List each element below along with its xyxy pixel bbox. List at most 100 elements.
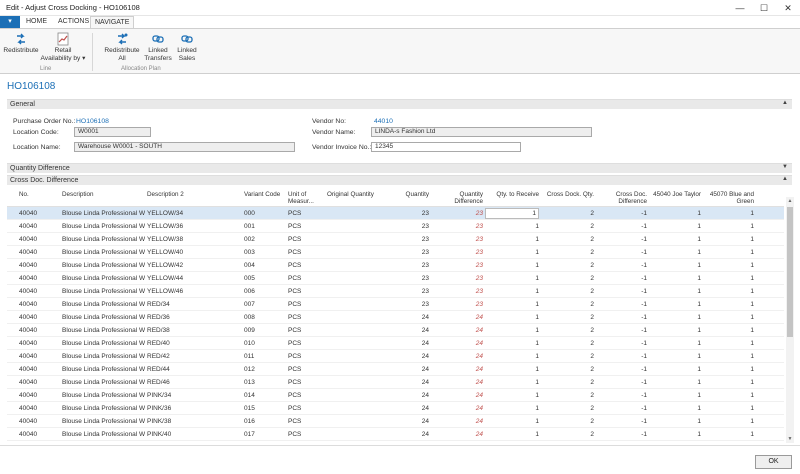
linked-transfers-button[interactable]: Linked Transfers bbox=[140, 32, 176, 62]
cell-qty-to-receive[interactable]: 1 bbox=[485, 314, 539, 321]
column-header-description[interactable]: Description bbox=[62, 191, 94, 198]
chevron-down-icon[interactable]: ▼ bbox=[782, 164, 788, 170]
table-row[interactable]: 40040 Blouse Linda Professional W... RED/3… bbox=[7, 311, 784, 324]
column-header-description2[interactable]: Description 2 bbox=[147, 191, 184, 198]
cell-quantity-difference: 24 bbox=[475, 353, 483, 360]
table-row[interactable]: 40040 Blouse Linda Professional W... YELLO… bbox=[7, 207, 784, 220]
table-row[interactable]: 40040 Blouse Linda Professional W... RED/4… bbox=[7, 363, 784, 376]
scroll-up-icon[interactable]: ▲ bbox=[786, 197, 794, 205]
cell-qty-to-receive[interactable]: 1 bbox=[485, 327, 539, 334]
table-row[interactable]: 40040Blouse Linda Professional W...PINK/… bbox=[7, 428, 784, 441]
cell-description2: YELLOW/40 bbox=[147, 249, 184, 256]
redistribute-button[interactable]: Redistribute bbox=[3, 32, 39, 55]
cell-qty-to-receive[interactable]: 1 bbox=[485, 301, 539, 308]
location-code-field[interactable]: W0001 bbox=[74, 127, 151, 137]
table-row[interactable]: 40040 Blouse Linda Professional W... YELLO… bbox=[7, 246, 784, 259]
table-row[interactable]: 40040Blouse Linda Professional W...PINK/… bbox=[7, 415, 784, 428]
table-row[interactable]: 40040Blouse Linda Professional W...PINK/… bbox=[7, 441, 784, 443]
chevron-up-icon[interactable]: ▲ bbox=[782, 100, 788, 106]
close-icon[interactable]: ✕ bbox=[776, 0, 800, 16]
cell-description: Blouse Linda Professional W... bbox=[62, 418, 145, 425]
table-row[interactable]: 40040 Blouse Linda Professional W... RED/3… bbox=[7, 324, 784, 337]
table-row[interactable]: 40040 Blouse Linda Professional W... YELLO… bbox=[7, 233, 784, 246]
vendor-name-field[interactable]: LINDA-s Fashion Ltd bbox=[371, 127, 592, 137]
cell-quantity-difference: 23 bbox=[475, 288, 483, 295]
cell-no: 40040 bbox=[19, 431, 38, 438]
maximize-icon[interactable]: ☐ bbox=[752, 0, 776, 16]
cell-quantity-difference: 24 bbox=[475, 418, 483, 425]
vendor-no-value[interactable]: 44010 bbox=[374, 118, 393, 125]
column-header-original-quantity[interactable]: Original Quantity bbox=[327, 191, 374, 198]
column-header-qty-to-receive[interactable]: Qty. to Receive bbox=[485, 191, 539, 198]
cell-description2: YELLOW/34 bbox=[147, 210, 184, 217]
column-header-unit-of-measure[interactable]: Unit of Measur... bbox=[288, 191, 322, 205]
fasttab-cross-doc-difference[interactable]: Cross Doc. Difference ▲ bbox=[7, 175, 792, 185]
column-header-quantity[interactable]: Quantity bbox=[392, 191, 429, 198]
grid-scrollbar[interactable]: ▲ ▼ bbox=[786, 197, 794, 443]
retail-availability-button[interactable]: Retail Availability by ▾ bbox=[40, 32, 86, 62]
fasttab-general-label: General bbox=[10, 101, 35, 108]
vendor-invoice-field[interactable]: 12345 bbox=[371, 142, 521, 152]
cell-45070-blue-green: 1 bbox=[750, 327, 754, 334]
column-header-cross-dock-qty[interactable]: Cross Dock. Qty. bbox=[542, 191, 594, 198]
table-row[interactable]: 40040 Blouse Linda Professional W... RED/3… bbox=[7, 298, 784, 311]
column-header-no[interactable]: No. bbox=[19, 191, 29, 198]
cell-qty-to-receive[interactable]: 1 bbox=[485, 249, 539, 256]
ok-button[interactable]: OK bbox=[755, 455, 792, 469]
cell-45070-blue-green: 1 bbox=[750, 392, 754, 399]
scroll-down-icon[interactable]: ▼ bbox=[786, 435, 794, 443]
cell-qty-to-receive[interactable]: 1 bbox=[485, 392, 539, 399]
table-row[interactable]: 40040 Blouse Linda Professional W... RED/4… bbox=[7, 376, 784, 389]
cell-qty-to-receive[interactable]: 1 bbox=[485, 208, 539, 219]
column-header-quantity-difference[interactable]: Quantity Difference bbox=[445, 191, 483, 205]
location-name-field[interactable]: Warehouse W0001 - SOUTH bbox=[74, 142, 295, 152]
cell-45070-blue-green: 1 bbox=[750, 236, 754, 243]
cell-qty-to-receive[interactable]: 1 bbox=[485, 366, 539, 373]
cell-qty-to-receive[interactable]: 1 bbox=[485, 288, 539, 295]
table-row[interactable]: 40040 Blouse Linda Professional W... RED/4… bbox=[7, 350, 784, 363]
tab-home[interactable]: HOME bbox=[22, 16, 51, 28]
cell-qty-to-receive[interactable]: 1 bbox=[485, 340, 539, 347]
cell-qty-to-receive[interactable]: 1 bbox=[485, 379, 539, 386]
scrollbar-thumb[interactable] bbox=[787, 207, 793, 337]
cell-45070-blue-green: 1 bbox=[750, 379, 754, 386]
cell-qty-to-receive[interactable]: 1 bbox=[485, 275, 539, 282]
table-row[interactable]: 40040Blouse Linda Professional W...PINK/… bbox=[7, 389, 784, 402]
table-row[interactable]: 40040 Blouse Linda Professional W... YELLO… bbox=[7, 285, 784, 298]
cell-qty-to-receive[interactable]: 1 bbox=[485, 236, 539, 243]
column-header-cross-doc-difference[interactable]: Cross Doc. Difference bbox=[607, 191, 647, 205]
cell-qty-to-receive[interactable]: 1 bbox=[485, 405, 539, 412]
tab-actions[interactable]: ACTIONS bbox=[54, 16, 93, 28]
column-header-45040-joe-taylor[interactable]: 45040 Joe Taylor bbox=[649, 191, 701, 198]
app-menu-button[interactable]: ▾ bbox=[0, 16, 20, 28]
redistribute-all-button[interactable]: Redistribute All bbox=[104, 32, 140, 62]
cell-unit-of-measure: PCS bbox=[288, 249, 302, 256]
cell-qty-to-receive[interactable]: 1 bbox=[485, 223, 539, 230]
tab-navigate[interactable]: NAVIGATE bbox=[90, 16, 135, 28]
fasttab-quantity-difference[interactable]: Quantity Difference ▼ bbox=[7, 163, 792, 173]
table-row[interactable]: 40040 Blouse Linda Professional W... RED/4… bbox=[7, 337, 784, 350]
cell-cross-doc-difference: -1 bbox=[641, 379, 647, 386]
fasttab-general[interactable]: General ▲ bbox=[7, 99, 792, 109]
cell-variant-code: 016 bbox=[244, 418, 255, 425]
cell-qty-to-receive[interactable]: 1 bbox=[485, 353, 539, 360]
cell-qty-to-receive[interactable]: 1 bbox=[485, 431, 539, 438]
table-row[interactable]: 40040 Blouse Linda Professional W... YELLO… bbox=[7, 272, 784, 285]
chevron-up-icon[interactable]: ▲ bbox=[782, 176, 788, 182]
cell-unit-of-measure: PCS bbox=[288, 418, 302, 425]
cell-variant-code: 000 bbox=[244, 210, 255, 217]
cell-cross-doc-difference: -1 bbox=[641, 236, 647, 243]
table-row[interactable]: 40040 Blouse Linda Professional W... YELLO… bbox=[7, 259, 784, 272]
table-row[interactable]: 40040 Blouse Linda Professional W... YELLO… bbox=[7, 220, 784, 233]
cell-quantity-difference: 23 bbox=[475, 301, 483, 308]
table-row[interactable]: 40040Blouse Linda Professional W...PINK/… bbox=[7, 402, 784, 415]
minimize-icon[interactable]: — bbox=[728, 0, 752, 16]
cell-45070-blue-green: 1 bbox=[750, 288, 754, 295]
linked-sales-button[interactable]: Linked Sales bbox=[172, 32, 202, 62]
column-header-variant-code[interactable]: Variant Code bbox=[244, 191, 280, 198]
purchase-order-value[interactable]: HO106108 bbox=[76, 118, 109, 125]
cell-qty-to-receive[interactable]: 1 bbox=[485, 418, 539, 425]
cell-qty-to-receive[interactable]: 1 bbox=[485, 262, 539, 269]
column-header-45070-blue-green[interactable]: 45070 Blue and Green bbox=[707, 191, 754, 205]
cell-45040-joe-taylor: 1 bbox=[697, 314, 701, 321]
